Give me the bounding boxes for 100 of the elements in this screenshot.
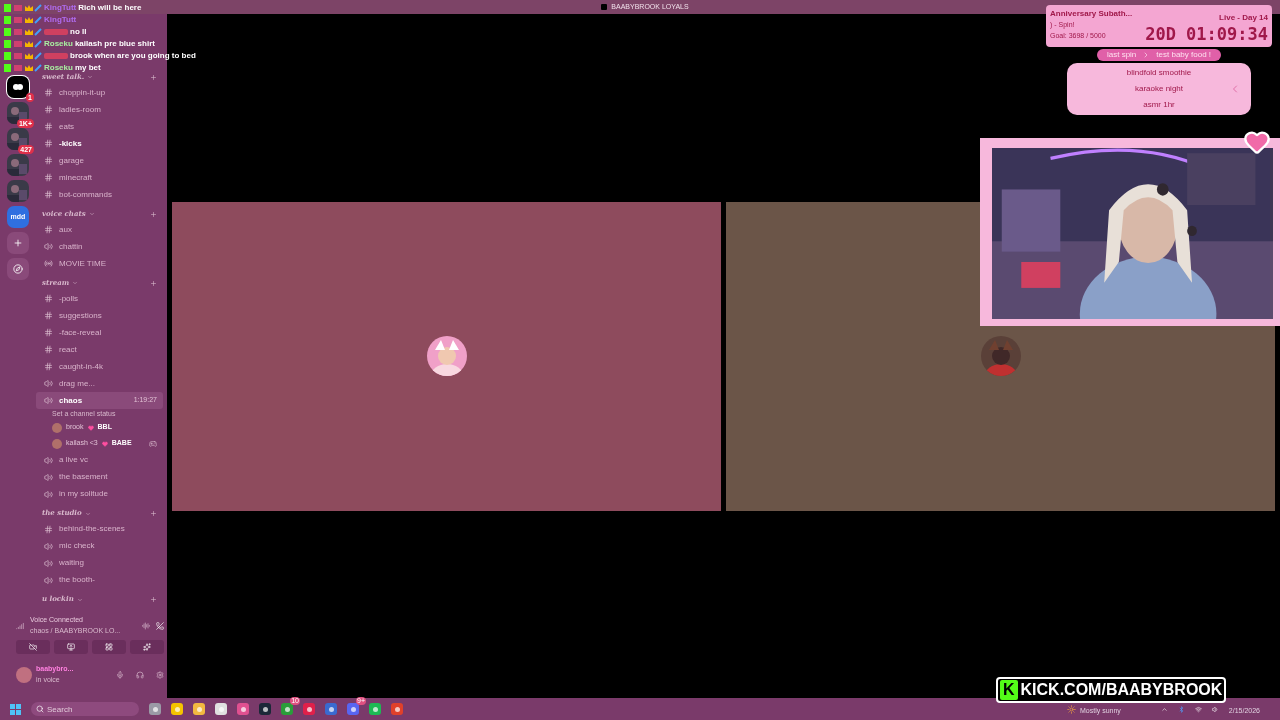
hash-icon <box>44 88 53 97</box>
hash-icon <box>44 190 53 199</box>
channel-item[interactable]: suggestions <box>36 307 163 324</box>
wheel-option: blindfold smoothie <box>1126 65 1192 81</box>
channel-item[interactable]: a live vc <box>36 451 163 469</box>
taskbar-app-icon[interactable] <box>325 703 337 715</box>
taskbar-app-icon[interactable] <box>347 703 359 715</box>
chat-badges-icon <box>4 16 42 24</box>
add-channel-icon[interactable] <box>150 279 157 287</box>
speaker-icon <box>44 379 53 388</box>
chat-message: kailash pre blue shirt <box>74 38 155 50</box>
headphones-icon[interactable] <box>136 670 144 679</box>
hash-icon <box>44 524 53 534</box>
chat-badges-icon <box>4 52 42 60</box>
channel-item[interactable]: minecraft <box>36 169 163 186</box>
server-icon[interactable] <box>7 76 29 98</box>
channel-item[interactable]: -polls <box>36 290 163 307</box>
hash-icon <box>44 362 53 371</box>
hash-icon <box>44 156 53 165</box>
channel-item[interactable]: drag me... <box>36 375 163 392</box>
channel-item[interactable]: garage <box>36 152 163 169</box>
tray-chevron-icon[interactable] <box>1160 705 1168 713</box>
channel-item[interactable]: caught-in-4k <box>36 358 163 375</box>
taskbar-app-icon[interactable] <box>171 703 183 715</box>
discover-button[interactable] <box>7 258 29 280</box>
add-channel-icon[interactable] <box>150 596 157 603</box>
server-icon <box>601 4 608 10</box>
channel-item[interactable]: ladies-room <box>36 101 163 118</box>
stage-icon <box>44 259 53 268</box>
chat-badges-icon <box>4 64 42 72</box>
speaker-icon <box>44 396 53 405</box>
channel-item[interactable]: chattin <box>36 238 163 255</box>
member-avatar <box>52 438 62 449</box>
taskbar-app-icon[interactable] <box>303 703 315 715</box>
chat-message: my bet <box>74 62 101 73</box>
channel-item[interactable]: waiting <box>36 554 163 572</box>
search-field[interactable]: Search <box>31 702 139 716</box>
speaker-icon <box>44 455 53 465</box>
channel-item[interactable]: aux <box>36 221 163 238</box>
channel-item[interactable]: -face-reveal <box>36 324 163 341</box>
weather-icon <box>1067 704 1076 714</box>
taskbar-app-icon[interactable] <box>391 703 403 715</box>
taskbar-app-icon[interactable] <box>215 703 227 715</box>
activities-button[interactable] <box>92 640 126 654</box>
add-server-button[interactable] <box>7 232 29 254</box>
live-day: Live - Day 14 <box>1219 12 1268 24</box>
hash-icon <box>44 122 53 131</box>
channel-item[interactable]: bot-commands <box>36 186 163 203</box>
search-icon <box>36 705 44 713</box>
sparkles-icon <box>143 643 151 651</box>
taskbar-app-icon[interactable] <box>193 703 205 715</box>
hash-icon <box>44 173 53 182</box>
taskbar-app-icon[interactable] <box>237 703 249 715</box>
add-channel-icon[interactable] <box>150 510 157 517</box>
wheel-option: karaoke night <box>1135 81 1183 97</box>
channel-item[interactable]: in my solitude <box>36 485 163 503</box>
speaker-icon <box>44 472 53 482</box>
chat-message: no ll <box>70 26 87 38</box>
chevron-icon <box>84 510 91 517</box>
chat-badges-icon <box>4 4 42 12</box>
member-avatar <box>52 422 62 433</box>
controller-icon <box>149 439 157 448</box>
channel-item[interactable]: MOVIE TIME <box>36 255 163 272</box>
windows-start-icon[interactable] <box>10 703 21 715</box>
channel-item[interactable]: choppin-it-up <box>36 84 163 101</box>
noise-icon[interactable] <box>142 621 150 630</box>
chat-message: Rich will be here <box>78 2 142 14</box>
hash-icon <box>44 139 53 148</box>
add-channel-icon[interactable] <box>150 73 157 81</box>
taskbar-app-icon[interactable] <box>259 703 271 715</box>
taskbar-app-icon[interactable] <box>149 703 161 715</box>
wifi-icon[interactable] <box>1194 705 1202 713</box>
countdown-timer: 20D 01:09:34 <box>1145 24 1268 44</box>
camera-off-button[interactable] <box>16 640 50 654</box>
video-tile[interactable] <box>172 201 721 511</box>
disconnect-icon[interactable] <box>156 621 164 630</box>
chat-username: KingTutt <box>44 2 77 14</box>
channel-item[interactable]: react <box>36 341 163 358</box>
speaker-icon <box>44 575 53 585</box>
volume-icon[interactable] <box>1211 705 1219 713</box>
screen-share-icon <box>67 643 75 651</box>
chat-username: Roseku <box>44 38 73 50</box>
compass-icon <box>13 264 23 274</box>
channel-item[interactable]: mic check <box>36 537 163 555</box>
hash-icon <box>44 225 53 234</box>
settings-icon[interactable] <box>156 670 164 679</box>
channel-item[interactable]: -kicks <box>36 135 163 152</box>
wheel-option: asmr 1hr <box>1143 97 1175 113</box>
soundboard-button[interactable] <box>130 640 164 654</box>
channel-item[interactable]: the basement <box>36 468 163 486</box>
taskbar-app-icon[interactable] <box>369 703 381 715</box>
channel-item[interactable]: the booth- <box>36 571 163 589</box>
taskbar-app-icon[interactable] <box>281 703 293 715</box>
add-channel-icon[interactable] <box>150 210 157 218</box>
channel-item[interactable]: eats <box>36 118 163 135</box>
subathon-title: Anniversary Subath... <box>1050 8 1133 20</box>
chevron-icon <box>87 74 94 80</box>
microphone-icon[interactable] <box>116 670 124 679</box>
screen-share-button[interactable] <box>54 640 88 654</box>
channel-item[interactable]: behind-the-scenes <box>36 520 163 538</box>
